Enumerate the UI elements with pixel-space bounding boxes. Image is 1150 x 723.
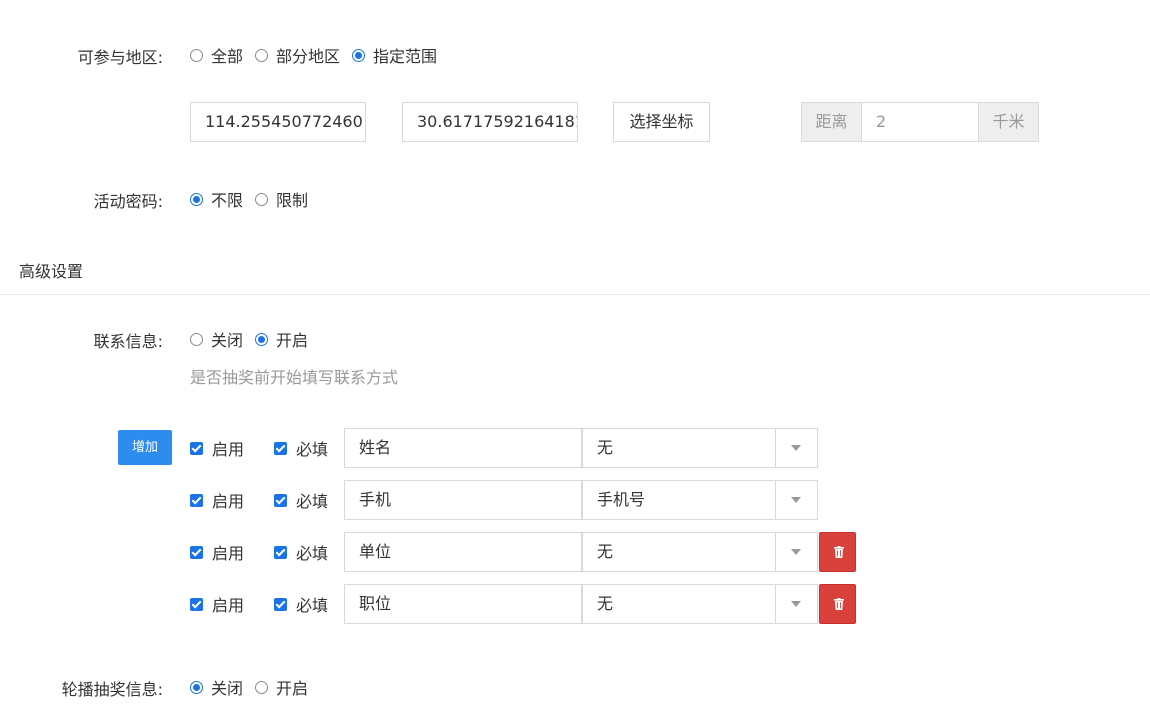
delete-field-button[interactable] <box>819 532 856 572</box>
required-checkbox[interactable] <box>274 597 287 611</box>
required-checkbox[interactable] <box>274 493 287 507</box>
select-toggle[interactable] <box>775 585 817 623</box>
required-label: 必填 <box>296 596 329 615</box>
enable-checkbox[interactable] <box>190 441 203 455</box>
password-option-limited-label[interactable]: 限制 <box>276 187 308 211</box>
carousel-option-off-label[interactable]: 关闭 <box>211 675 243 699</box>
enable-checkbox[interactable] <box>190 597 203 611</box>
carousel-radio-on[interactable] <box>255 680 269 694</box>
enable-checkbox-group[interactable]: 启用 <box>190 584 244 624</box>
region-radio-partial[interactable] <box>255 48 269 62</box>
chevron-down-icon <box>791 601 801 607</box>
region-option-specified-label[interactable]: 指定范围 <box>373 43 437 67</box>
contact-radio-group: 关闭 开启 <box>190 327 320 351</box>
field-type-value: 无 <box>597 594 614 613</box>
password-radio-unlimited[interactable] <box>190 192 203 206</box>
section-divider <box>0 294 1150 295</box>
required-checkbox[interactable] <box>274 545 287 559</box>
enable-checkbox[interactable] <box>190 493 203 507</box>
field-name-input[interactable]: 姓名 <box>344 428 582 468</box>
region-label: 可参与地区: <box>77 48 163 67</box>
required-label: 必填 <box>296 492 329 511</box>
carousel-label: 轮播抽奖信息: <box>61 680 163 699</box>
advanced-settings-title: 高级设置 <box>19 262 84 281</box>
required-checkbox-group[interactable]: 必填 <box>274 532 328 572</box>
chevron-down-icon <box>791 497 801 503</box>
required-label: 必填 <box>296 544 329 563</box>
required-checkbox[interactable] <box>274 441 287 455</box>
field-row: 启用 必填 手机 手机号 <box>190 480 870 520</box>
field-type-value: 无 <box>597 542 614 561</box>
region-radio-group: 全部 部分地区 指定范围 <box>190 43 449 67</box>
region-radio-specified[interactable] <box>352 48 366 62</box>
field-row: 启用 必填 职位 无 <box>190 584 870 624</box>
longitude-input[interactable]: 114.255450772460 <box>190 102 366 142</box>
field-row: 启用 必填 姓名 无 <box>190 428 870 468</box>
contact-radio-on[interactable] <box>255 332 269 346</box>
select-toggle[interactable] <box>775 481 817 519</box>
field-name-input[interactable]: 职位 <box>344 584 582 624</box>
field-type-value: 手机号 <box>597 490 646 509</box>
region-option-partial-label[interactable]: 部分地区 <box>276 43 340 67</box>
select-toggle[interactable] <box>775 429 817 467</box>
enable-checkbox-group[interactable]: 启用 <box>190 480 244 520</box>
trash-icon <box>834 546 844 558</box>
select-toggle[interactable] <box>775 533 817 571</box>
field-type-select[interactable]: 无 <box>582 532 818 572</box>
contact-label: 联系信息: <box>93 332 163 351</box>
required-checkbox-group[interactable]: 必填 <box>274 428 328 468</box>
carousel-radio-group: 关闭 开启 <box>190 675 320 699</box>
chevron-down-icon <box>791 549 801 555</box>
contact-radio-off[interactable] <box>190 332 203 346</box>
required-checkbox-group[interactable]: 必填 <box>274 584 328 624</box>
enable-checkbox-group[interactable]: 启用 <box>190 428 244 468</box>
field-row: 启用 必填 单位 无 <box>190 532 870 572</box>
contact-option-off-label[interactable]: 关闭 <box>211 327 243 351</box>
region-radio-all[interactable] <box>190 48 203 62</box>
enable-checkbox[interactable] <box>190 545 203 559</box>
delete-field-button[interactable] <box>819 584 856 624</box>
field-type-select[interactable]: 无 <box>582 428 818 468</box>
enable-checkbox-group[interactable]: 启用 <box>190 532 244 572</box>
enable-label: 启用 <box>212 440 245 459</box>
chevron-down-icon <box>791 445 801 451</box>
field-name-input[interactable]: 单位 <box>344 532 582 572</box>
enable-label: 启用 <box>212 492 245 511</box>
password-option-unlimited-label[interactable]: 不限 <box>211 187 243 211</box>
password-radio-group: 不限 限制 <box>190 187 320 211</box>
field-name-input[interactable]: 手机 <box>344 480 582 520</box>
pick-coordinate-button[interactable]: 选择坐标 <box>613 102 710 142</box>
distance-input[interactable]: 2 <box>861 102 979 142</box>
enable-label: 启用 <box>212 544 245 563</box>
region-option-all-label[interactable]: 全部 <box>211 43 243 67</box>
contact-option-on-label[interactable]: 开启 <box>276 327 308 351</box>
distance-unit-addon: 千米 <box>978 102 1039 142</box>
field-type-select[interactable]: 无 <box>582 584 818 624</box>
trash-icon <box>834 598 844 610</box>
field-type-select[interactable]: 手机号 <box>582 480 818 520</box>
field-type-value: 无 <box>597 438 614 457</box>
required-checkbox-group[interactable]: 必填 <box>274 480 328 520</box>
password-radio-limited[interactable] <box>255 192 269 206</box>
password-label: 活动密码: <box>93 192 163 211</box>
distance-addon-label: 距离 <box>801 102 862 142</box>
carousel-radio-off[interactable] <box>190 680 203 694</box>
latitude-input[interactable]: 30.617175921641815 <box>402 102 578 142</box>
enable-label: 启用 <box>212 596 245 615</box>
required-label: 必填 <box>296 440 329 459</box>
contact-hint: 是否抽奖前开始填写联系方式 <box>190 368 399 387</box>
carousel-option-on-label[interactable]: 开启 <box>276 675 308 699</box>
add-field-button[interactable]: 增加 <box>118 430 172 465</box>
